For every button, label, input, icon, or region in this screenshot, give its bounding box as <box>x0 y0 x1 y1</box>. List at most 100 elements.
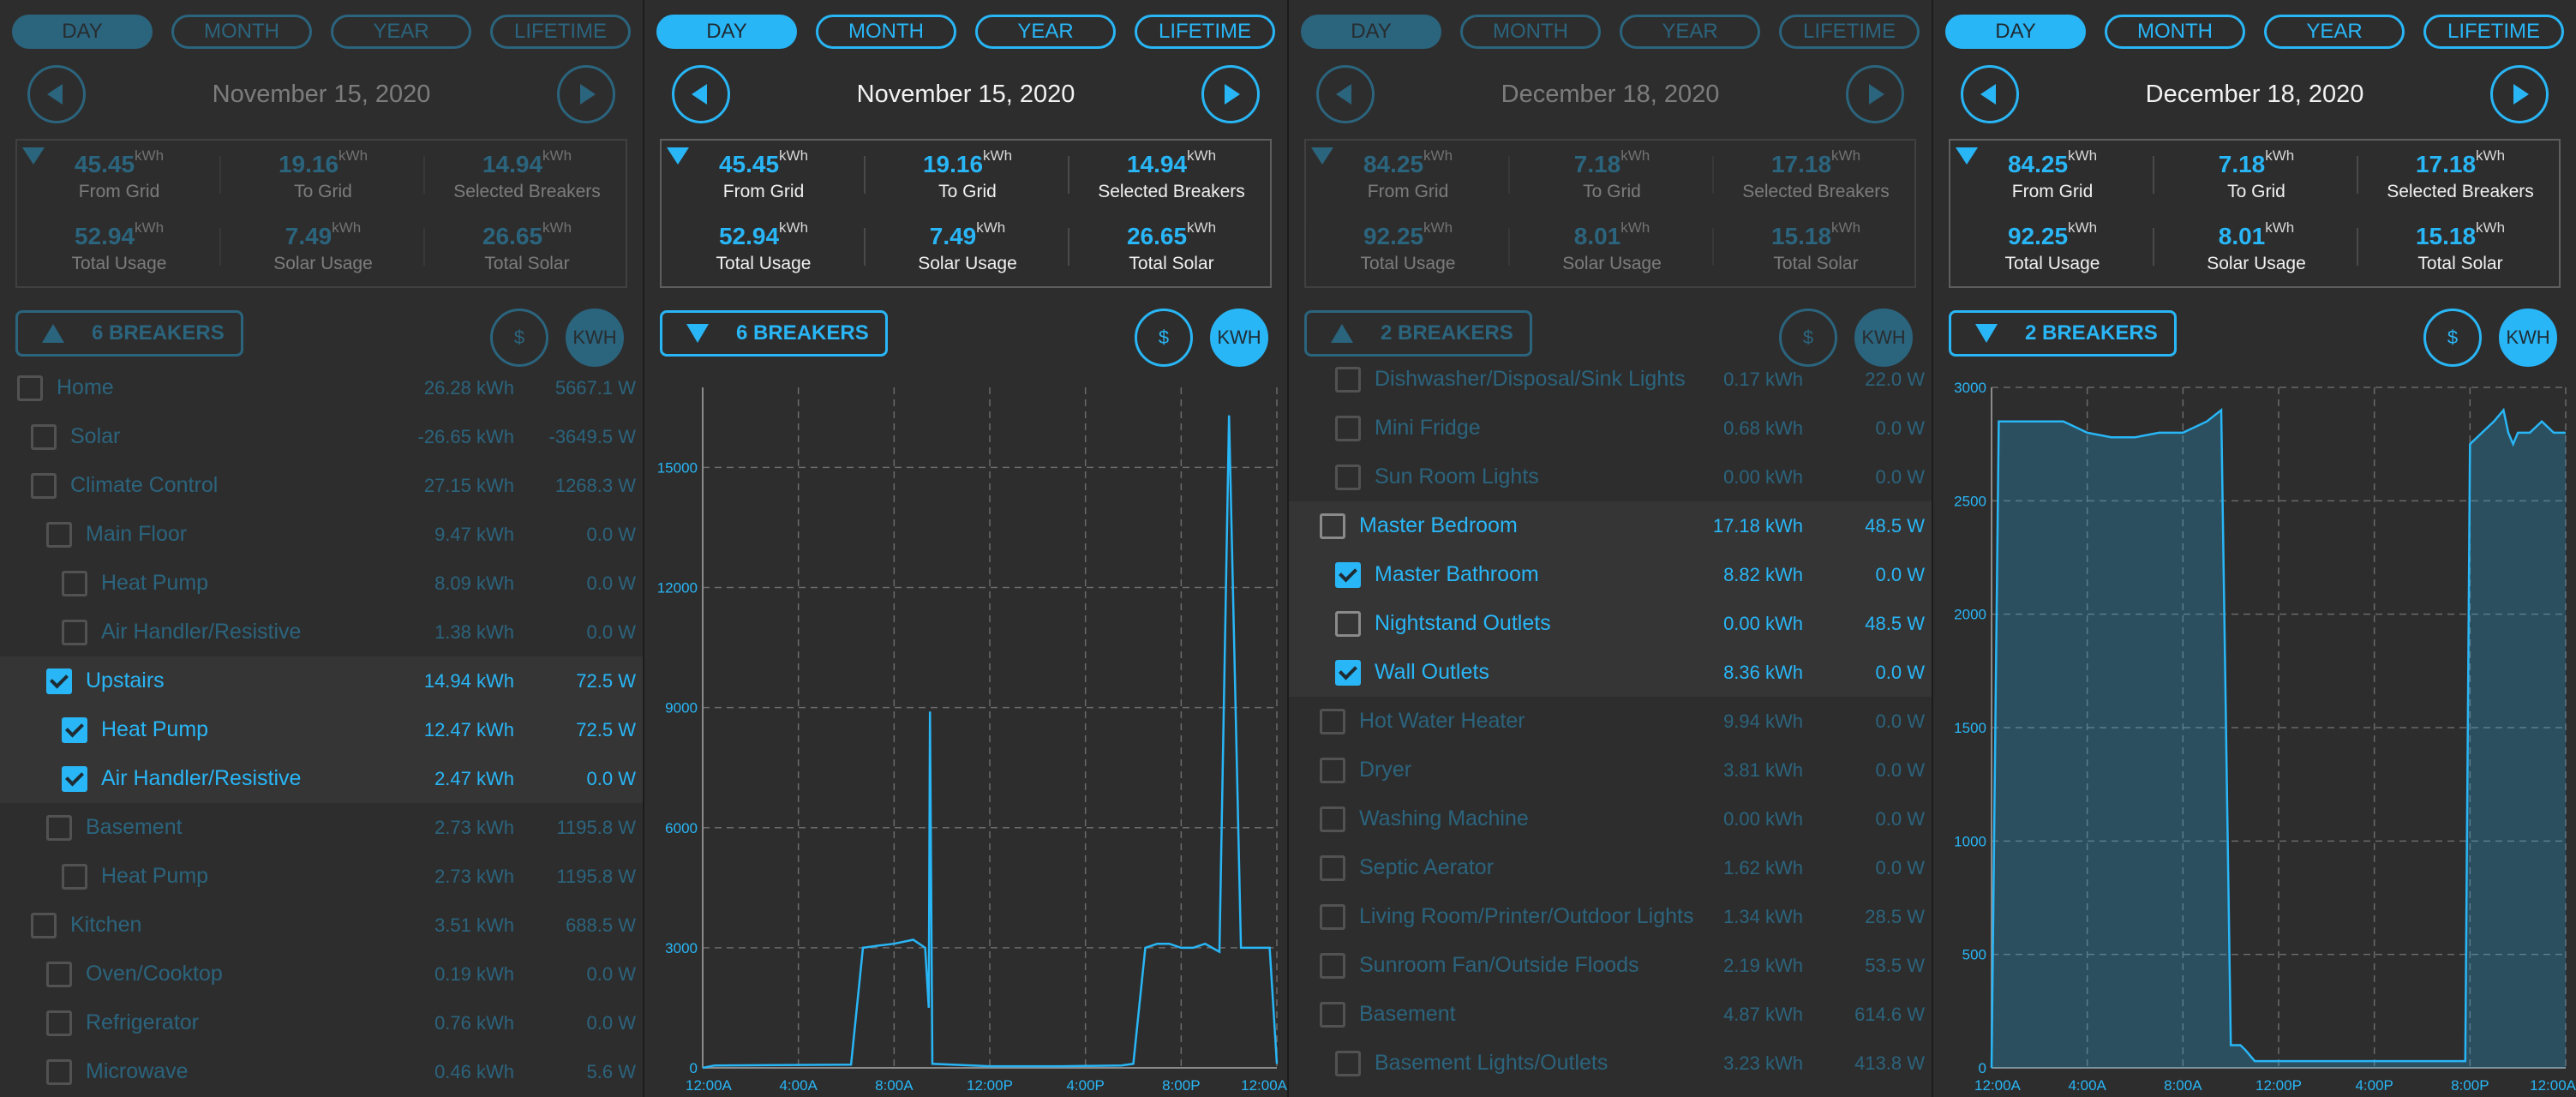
breaker-checkbox[interactable] <box>1335 659 1361 686</box>
next-day-button[interactable] <box>557 65 615 123</box>
x-tick-label: 8:00P <box>2451 1077 2489 1094</box>
breaker-checkbox[interactable] <box>46 814 72 841</box>
breaker-checkbox[interactable] <box>1335 610 1361 637</box>
breaker-row[interactable]: Heat Pump 8.09 kWh 0.0 W <box>0 559 643 608</box>
next-day-button[interactable] <box>1201 65 1260 123</box>
breaker-row[interactable]: Heat Pump 2.73 kWh 1195.8 W <box>0 852 643 901</box>
tab-year[interactable]: YEAR <box>2264 15 2405 49</box>
stat-label: Total Usage <box>71 254 167 273</box>
breaker-row[interactable]: Refrigerator 0.76 kWh 0.0 W <box>0 998 643 1047</box>
breakers-toggle-button[interactable]: 2 BREAKERS <box>1949 310 2177 357</box>
breaker-energy: 3.23 kWh <box>1723 1052 1803 1074</box>
tab-day[interactable]: DAY <box>656 15 797 49</box>
breaker-checkbox[interactable] <box>31 423 57 450</box>
breaker-row[interactable]: Hot Water Heater 9.94 kWh 0.0 W <box>1289 697 1932 746</box>
next-day-button[interactable] <box>2490 65 2549 123</box>
breaker-checkbox[interactable] <box>1320 854 1345 881</box>
previous-day-button[interactable] <box>1961 65 2019 123</box>
breakers-toggle-button[interactable]: 6 BREAKERS <box>15 310 243 357</box>
breaker-checkbox[interactable] <box>1335 415 1361 441</box>
tab-month[interactable]: MONTH <box>816 15 956 49</box>
breaker-checkbox[interactable] <box>1320 806 1345 832</box>
tab-year[interactable]: YEAR <box>331 15 471 49</box>
breaker-checkbox[interactable] <box>31 912 57 938</box>
tab-lifetime[interactable]: LIFETIME <box>490 15 631 49</box>
breaker-row[interactable]: Dryer 3.81 kWh 0.0 W <box>1289 746 1932 794</box>
breaker-checkbox[interactable] <box>46 1058 72 1085</box>
tab-month[interactable]: MONTH <box>171 15 312 49</box>
breaker-checkbox[interactable] <box>1320 952 1345 979</box>
tab-day[interactable]: DAY <box>1945 15 2086 49</box>
breakers-toggle-button[interactable]: 6 BREAKERS <box>660 310 888 357</box>
breaker-checkbox[interactable] <box>46 1010 72 1036</box>
breaker-row[interactable]: Kitchen 3.51 kWh 688.5 W <box>0 901 643 950</box>
breaker-row[interactable]: Washing Machine 0.00 kWh 0.0 W <box>1289 794 1932 843</box>
breaker-row[interactable]: Microwave 0.46 kWh 5.6 W <box>0 1047 643 1096</box>
breaker-checkbox[interactable] <box>1320 513 1345 539</box>
breaker-checkbox[interactable] <box>46 668 72 694</box>
breaker-checkbox[interactable] <box>1335 1050 1361 1076</box>
breaker-row[interactable]: Sun Room Lights 0.00 kWh 0.0 W <box>1289 453 1932 501</box>
breaker-checkbox[interactable] <box>17 375 43 401</box>
breaker-row[interactable]: Nightstand Outlets 0.00 kWh 48.5 W <box>1289 599 1932 648</box>
breaker-row[interactable]: Living Room/Printer/Outdoor Lights 1.34 k… <box>1289 892 1932 941</box>
breaker-row[interactable]: Basement Lights/Outlets 3.23 kWh 413.8 W <box>1289 1039 1932 1088</box>
kwh-units-button[interactable]: KWH <box>2499 309 2557 367</box>
breaker-checkbox[interactable] <box>1320 757 1345 783</box>
breaker-row[interactable]: Solar -26.65 kWh -3649.5 W <box>0 412 643 461</box>
previous-day-button[interactable] <box>27 65 86 123</box>
breaker-checkbox[interactable] <box>1320 708 1345 734</box>
tab-day[interactable]: DAY <box>12 15 153 49</box>
tab-year[interactable]: YEAR <box>1620 15 1760 49</box>
breaker-row[interactable]: Master Bathroom 8.82 kWh 0.0 W <box>1289 550 1932 599</box>
breaker-checkbox[interactable] <box>62 619 87 645</box>
tab-month[interactable]: MONTH <box>1460 15 1601 49</box>
breaker-row[interactable]: Dishwasher/Disposal/Sink Lights 0.17 kWh 2… <box>1289 355 1932 404</box>
breaker-row[interactable]: Basement 4.87 kWh 614.6 W <box>1289 990 1932 1039</box>
breaker-checkbox[interactable] <box>1320 903 1345 930</box>
next-day-button[interactable] <box>1846 65 1904 123</box>
tab-year[interactable]: YEAR <box>975 15 1116 49</box>
breaker-checkbox[interactable] <box>1320 1001 1345 1028</box>
breaker-checkbox[interactable] <box>46 521 72 548</box>
breaker-row[interactable]: Heat Pump 12.47 kWh 72.5 W <box>0 705 643 754</box>
dollar-units-button[interactable]: $ <box>2423 309 2482 367</box>
dollar-units-button[interactable]: $ <box>1135 309 1193 367</box>
usage-chart-dec[interactable]: 0 500 1000 1500 2000 2500 3000 12:00A 4:00A 8:00A… <box>1933 377 2576 1097</box>
breaker-row[interactable]: Air Handler/Resistive 2.47 kWh 0.0 W <box>0 754 643 803</box>
breaker-row[interactable]: Oven/Cooktop 0.19 kWh 0.0 W <box>0 950 643 998</box>
breaker-row[interactable]: Sunroom Fan/Outside Floods 2.19 kWh 53.5 W <box>1289 941 1932 990</box>
breaker-checkbox[interactable] <box>62 765 87 792</box>
breaker-row[interactable]: Master Bedroom 17.18 kWh 48.5 W <box>1289 501 1932 550</box>
breaker-row[interactable]: Basement 2.73 kWh 1195.8 W <box>0 803 643 852</box>
breaker-row[interactable]: Main Floor 9.47 kWh 0.0 W <box>0 510 643 559</box>
breaker-row[interactable]: Septic Aerator 1.62 kWh 0.0 W <box>1289 843 1932 892</box>
dollar-units-button[interactable]: $ <box>490 309 548 367</box>
breaker-checkbox[interactable] <box>31 472 57 499</box>
breaker-checkbox[interactable] <box>1335 464 1361 490</box>
breaker-checkbox[interactable] <box>62 863 87 890</box>
breaker-checkbox[interactable] <box>1335 561 1361 588</box>
breakers-toggle-button[interactable]: 2 BREAKERS <box>1304 310 1532 357</box>
tab-month[interactable]: MONTH <box>2105 15 2245 49</box>
breaker-row[interactable]: Home 26.28 kWh 5667.1 W <box>0 363 643 412</box>
tab-lifetime[interactable]: LIFETIME <box>1779 15 1920 49</box>
breaker-row[interactable]: Wall Outlets 8.36 kWh 0.0 W <box>1289 648 1932 697</box>
breaker-checkbox[interactable] <box>62 716 87 743</box>
breaker-checkbox[interactable] <box>46 961 72 987</box>
stat-unit: kWh <box>542 219 572 236</box>
previous-day-button[interactable] <box>1316 65 1375 123</box>
kwh-units-button[interactable]: KWH <box>1210 309 1268 367</box>
tab-lifetime[interactable]: LIFETIME <box>1135 15 1275 49</box>
breaker-row[interactable]: Climate Control 27.15 kWh 1268.3 W <box>0 461 643 510</box>
previous-day-button[interactable] <box>672 65 730 123</box>
breaker-row[interactable]: Air Handler/Resistive 1.38 kWh 0.0 W <box>0 608 643 656</box>
breaker-row[interactable]: Upstairs 14.94 kWh 72.5 W <box>0 656 643 705</box>
breaker-checkbox[interactable] <box>62 570 87 596</box>
breaker-row[interactable]: Mini Fridge 0.68 kWh 0.0 W <box>1289 404 1932 453</box>
usage-chart-nov[interactable]: 0 3000 6000 9000 12000 15000 12:00A 4:00A 8:00A 1… <box>644 377 1287 1097</box>
breaker-checkbox[interactable] <box>1335 366 1361 393</box>
tab-day[interactable]: DAY <box>1301 15 1441 49</box>
tab-lifetime[interactable]: LIFETIME <box>2423 15 2564 49</box>
kwh-units-button[interactable]: KWH <box>566 309 624 367</box>
